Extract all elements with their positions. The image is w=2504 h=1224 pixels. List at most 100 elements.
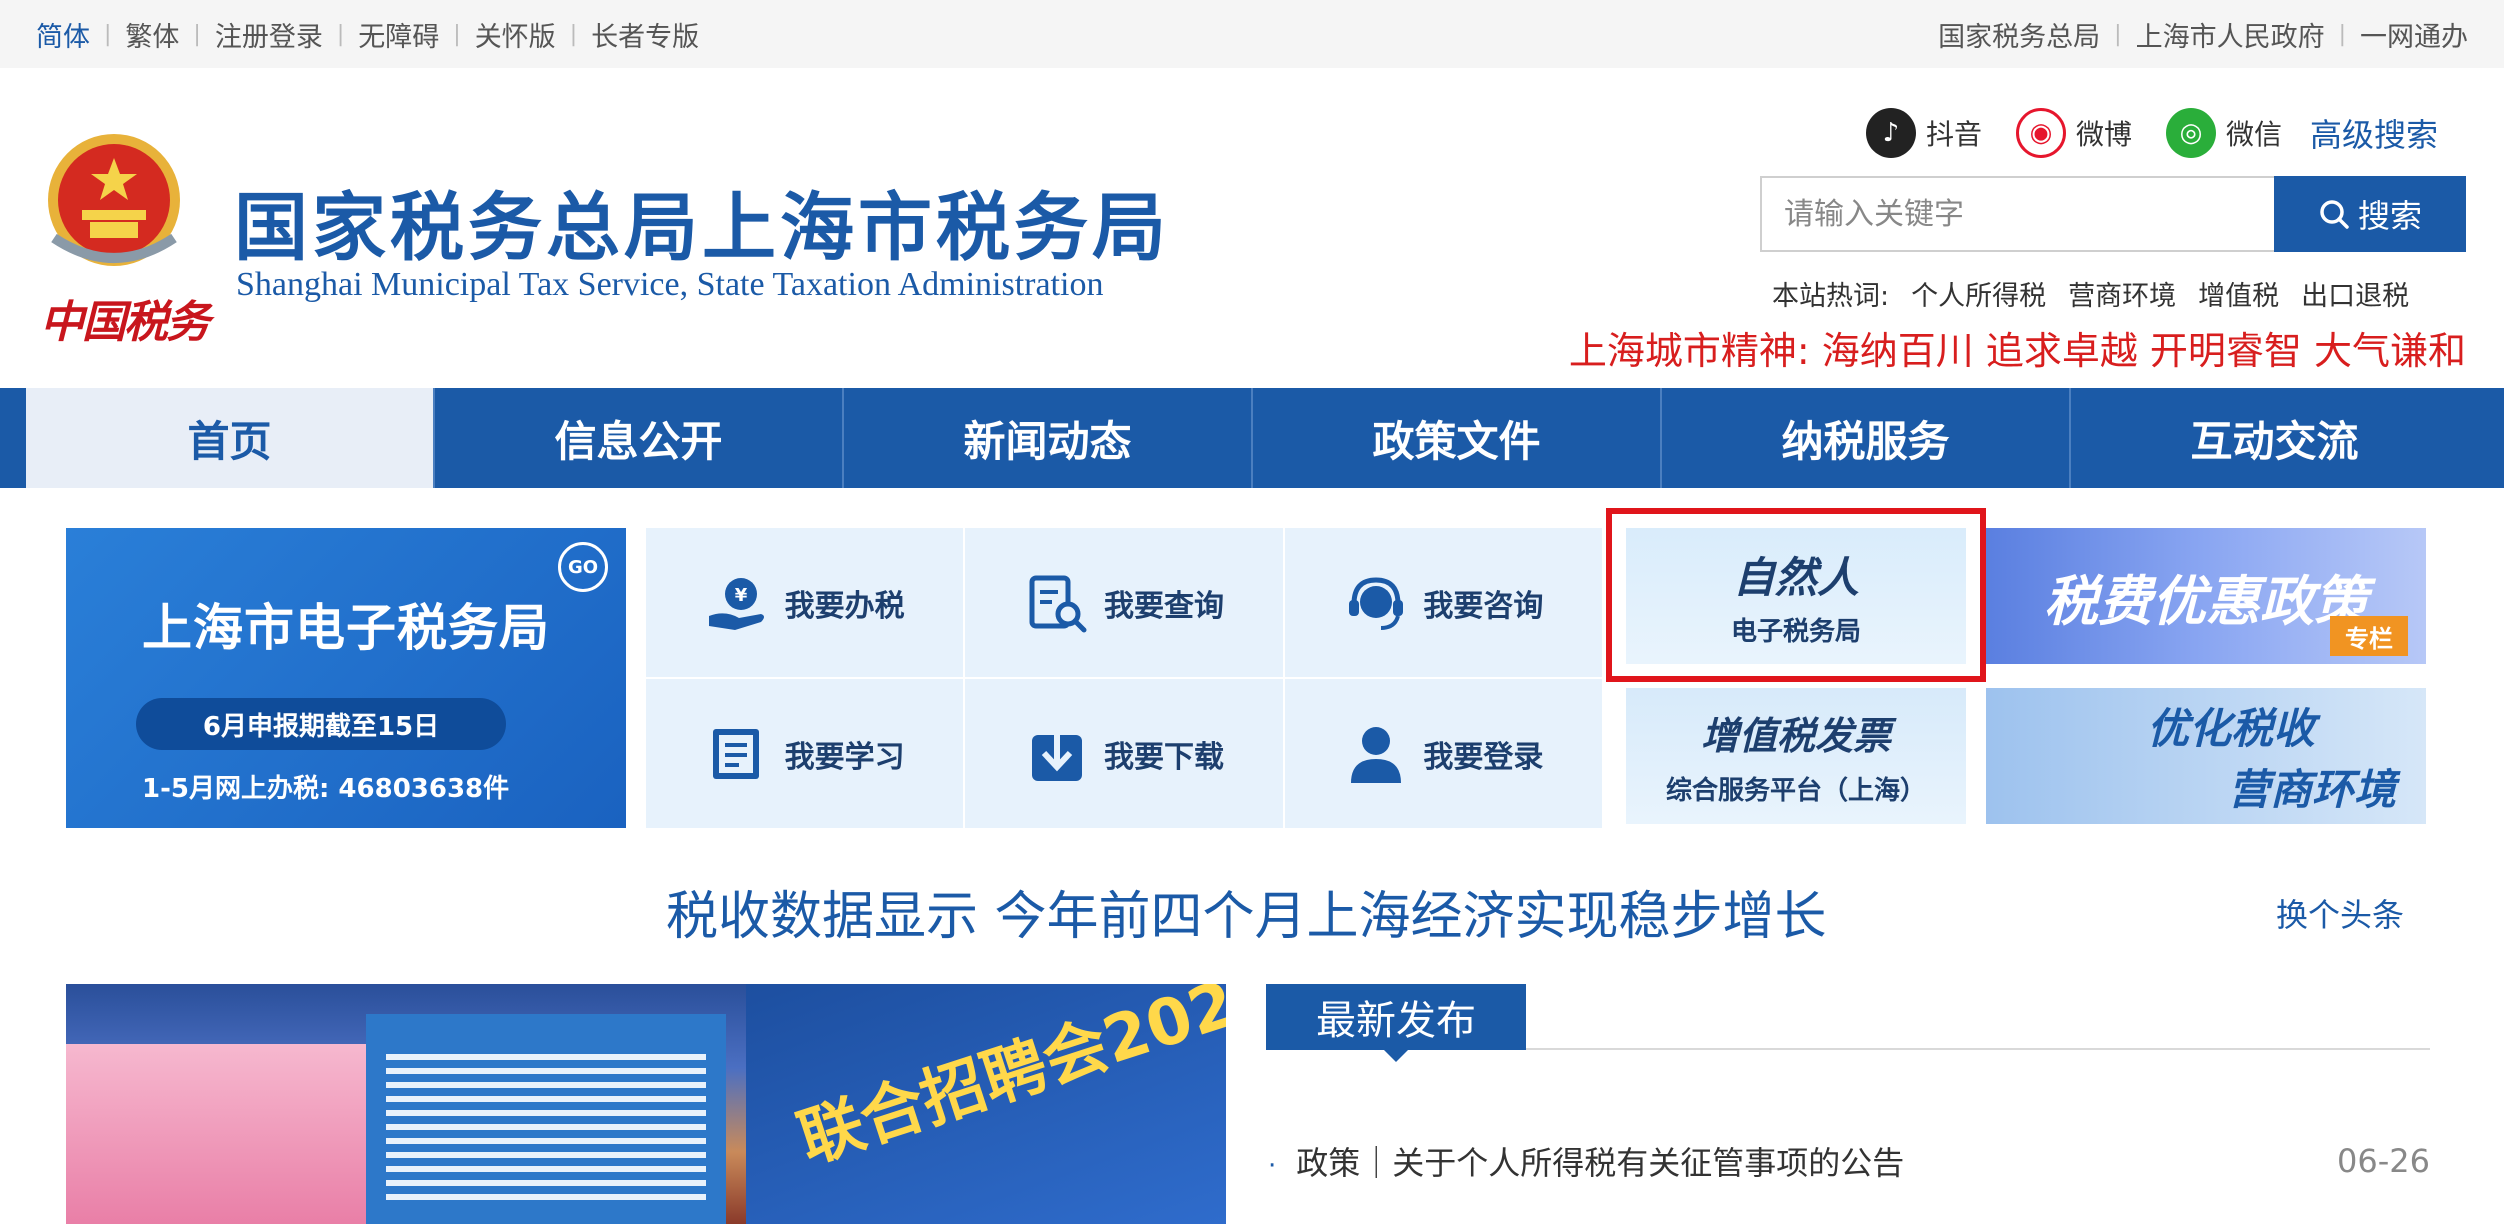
douyin-label: 抖音: [1925, 118, 1982, 151]
online-tax-stat: 1-5月网上办税: 46803638件: [142, 774, 510, 804]
photo-screen: [366, 1014, 726, 1224]
bullet-icon: ·: [1268, 1151, 1277, 1181]
hot-words-label: 本站热词:: [1772, 281, 1890, 312]
e-tax-title: 上海市电子税务局: [142, 599, 550, 657]
link-simplified[interactable]: 简体: [36, 15, 90, 54]
latest-release-header: 最新发布: [1266, 984, 2430, 1062]
nav-tab-home[interactable]: 首页: [26, 388, 435, 488]
link-one-network[interactable]: 一网通办: [2360, 15, 2468, 54]
china-tax-seal-logo: 中国税务: [40, 297, 210, 348]
social-links: ♪ 抖音 ◉ 微博 ◎ 微信 高级搜索: [1832, 108, 2438, 158]
nav-tab-info-disclosure[interactable]: 信息公开: [435, 388, 844, 488]
link-accessibility[interactable]: 无障碍: [358, 15, 439, 54]
link-register-login[interactable]: 注册登录: [215, 15, 323, 54]
link-traditional[interactable]: 繁体: [125, 15, 179, 54]
service-do-tax[interactable]: ¥ 我要办税: [646, 528, 966, 679]
service-label: 我要登录: [1423, 739, 1544, 775]
link-sh-gov[interactable]: 上海市人民政府: [2136, 15, 2325, 54]
search-button[interactable]: 搜索: [2274, 176, 2466, 252]
site-subtitle: Shanghai Municipal Tax Service, State Ta…: [236, 266, 1104, 303]
banner-line: 营商环境: [2227, 765, 2396, 814]
column-tag: 专栏: [2330, 616, 2408, 656]
wechat-link[interactable]: ◎ 微信: [2165, 108, 2282, 158]
service-label: 我要查询: [1103, 588, 1224, 624]
hot-word-item[interactable]: 增值税: [2198, 274, 2279, 313]
search-input[interactable]: [1760, 176, 2274, 252]
service-learn[interactable]: 我要学习: [646, 679, 966, 830]
top-bar-left: 简体 | 繁体 | 注册登录 | 无障碍 | 关怀版 | 长者专版: [36, 15, 699, 54]
douyin-link[interactable]: ♪ 抖音: [1865, 108, 1982, 158]
wechat-icon: ◎: [2165, 108, 2216, 158]
highlight-box: [1606, 508, 1986, 682]
photo-banner-stand: [66, 1044, 366, 1224]
national-emblem-icon: [48, 134, 180, 266]
banner-line: 优化税收: [2146, 704, 2315, 753]
e-tax-bureau-banner[interactable]: GO 上海市电子税务局 6月申报期截至15日 1-5月网上办税: 4680363…: [66, 528, 626, 828]
separator: |: [453, 21, 461, 47]
news-date: 06-26: [2337, 1142, 2430, 1180]
photo-sign: 联合招聘会2026年: [746, 984, 1226, 1224]
deadline-pill: 6月申报期截至15日: [136, 698, 506, 750]
hot-word-item[interactable]: 个人所得税: [1911, 274, 2046, 313]
banner-line: 综合服务平台（上海）: [1665, 776, 1926, 806]
search-button-label: 搜索: [2357, 197, 2422, 235]
preferential-policy-banner[interactable]: 税费优惠政策 专栏: [1986, 528, 2426, 664]
news-photo[interactable]: 联合招聘会2026年: [66, 984, 1226, 1224]
main-nav: 首页 信息公开 新闻动态 政策文件 纳税服务 互动交流: [0, 388, 2504, 488]
latest-release-tab[interactable]: 最新发布: [1266, 984, 1526, 1062]
service-download[interactable]: 我要下载: [965, 679, 1285, 830]
download-icon: [1031, 726, 1082, 781]
top-bar-right: 国家税务总局 | 上海市人民政府 | 一网通办: [1938, 15, 2468, 54]
city-spirit-slogan: 上海城市精神: 海纳百川 追求卓越 开明睿智 大气谦和: [1568, 329, 2466, 373]
book-icon: [712, 728, 759, 779]
separator: |: [336, 21, 345, 47]
hot-words: 本站热词: 个人所得税 营商环境 增值税 出口退税: [1772, 274, 2409, 313]
news-title: 政策｜关于个人所得税有关征管事项的公告: [1296, 1144, 1905, 1182]
photo-sign-text: 联合招聘会2026年: [790, 984, 1226, 1178]
link-care-version[interactable]: 关怀版: [475, 15, 556, 54]
weibo-link[interactable]: ◉ 微博: [2015, 108, 2132, 158]
service-label: 我要咨询: [1423, 588, 1544, 624]
nav-tab-interaction[interactable]: 互动交流: [2071, 388, 2478, 488]
banner-line: 增值税发票: [1700, 714, 1891, 758]
separator: |: [2338, 21, 2346, 47]
site-title: 国家税务总局上海市税务局: [234, 185, 1170, 271]
link-elderly-version[interactable]: 长者专版: [591, 15, 699, 54]
service-consult[interactable]: 我要咨询: [1284, 528, 1604, 679]
site-header: 中国税务 国家税务总局上海市税务局 Shanghai Municipal Tax…: [0, 68, 2504, 388]
business-environment-banner[interactable]: 优化税收 营商环境: [1986, 688, 2426, 824]
nav-tab-tax-service[interactable]: 纳税服务: [1662, 388, 2071, 488]
vat-invoice-platform-banner[interactable]: 增值税发票 综合服务平台（上海）: [1626, 688, 1966, 824]
service-query[interactable]: 我要查询: [965, 528, 1285, 679]
hot-word-item[interactable]: 出口退税: [2301, 274, 2409, 313]
service-label: 我要学习: [784, 739, 905, 775]
service-grid: ¥ 我要办税 我要查询 我要咨询 我要学习 我要下载 我要登录: [646, 528, 1604, 830]
swap-headline-link[interactable]: 换个头条: [2276, 890, 2404, 936]
service-label: 我要下载: [1103, 739, 1224, 775]
nav-tab-policy[interactable]: 政策文件: [1253, 388, 1662, 488]
search-bar: 搜索: [1760, 176, 2466, 252]
advanced-search-link[interactable]: 高级搜索: [2310, 110, 2438, 156]
separator: |: [569, 21, 578, 47]
top-bar: 简体 | 繁体 | 注册登录 | 无障碍 | 关怀版 | 长者专版 国家税务总局…: [0, 0, 2504, 68]
douyin-icon: ♪: [1865, 108, 1916, 158]
service-label: 我要办税: [784, 588, 905, 624]
user-icon: [1351, 726, 1402, 783]
separator: |: [193, 21, 201, 47]
search-icon: [2320, 200, 2349, 229]
document-search-icon: [1029, 575, 1087, 632]
tax-hand-icon: ¥: [708, 577, 764, 630]
main-content: GO 上海市电子税务局 6月申报期截至15日 1-5月网上办税: 4680363…: [24, 488, 2484, 1224]
link-sta[interactable]: 国家税务总局: [1938, 15, 2100, 54]
weibo-label: 微博: [2075, 118, 2132, 151]
service-login[interactable]: 我要登录: [1284, 679, 1604, 830]
news-list-item[interactable]: · 政策｜关于个人所得税有关征管事项的公告 06-26: [1268, 1138, 2430, 1184]
hot-word-item[interactable]: 营商环境: [2068, 274, 2176, 313]
separator: |: [2114, 21, 2122, 47]
go-icon: GO: [558, 542, 608, 592]
headline-news[interactable]: 税收数据显示 今年前四个月上海经济实现稳步增长: [666, 874, 1827, 949]
nav-tab-news[interactable]: 新闻动态: [844, 388, 1253, 488]
separator: |: [104, 21, 112, 47]
banner-title: 税费优惠政策: [2044, 569, 2368, 633]
weibo-icon: ◉: [2015, 108, 2066, 158]
